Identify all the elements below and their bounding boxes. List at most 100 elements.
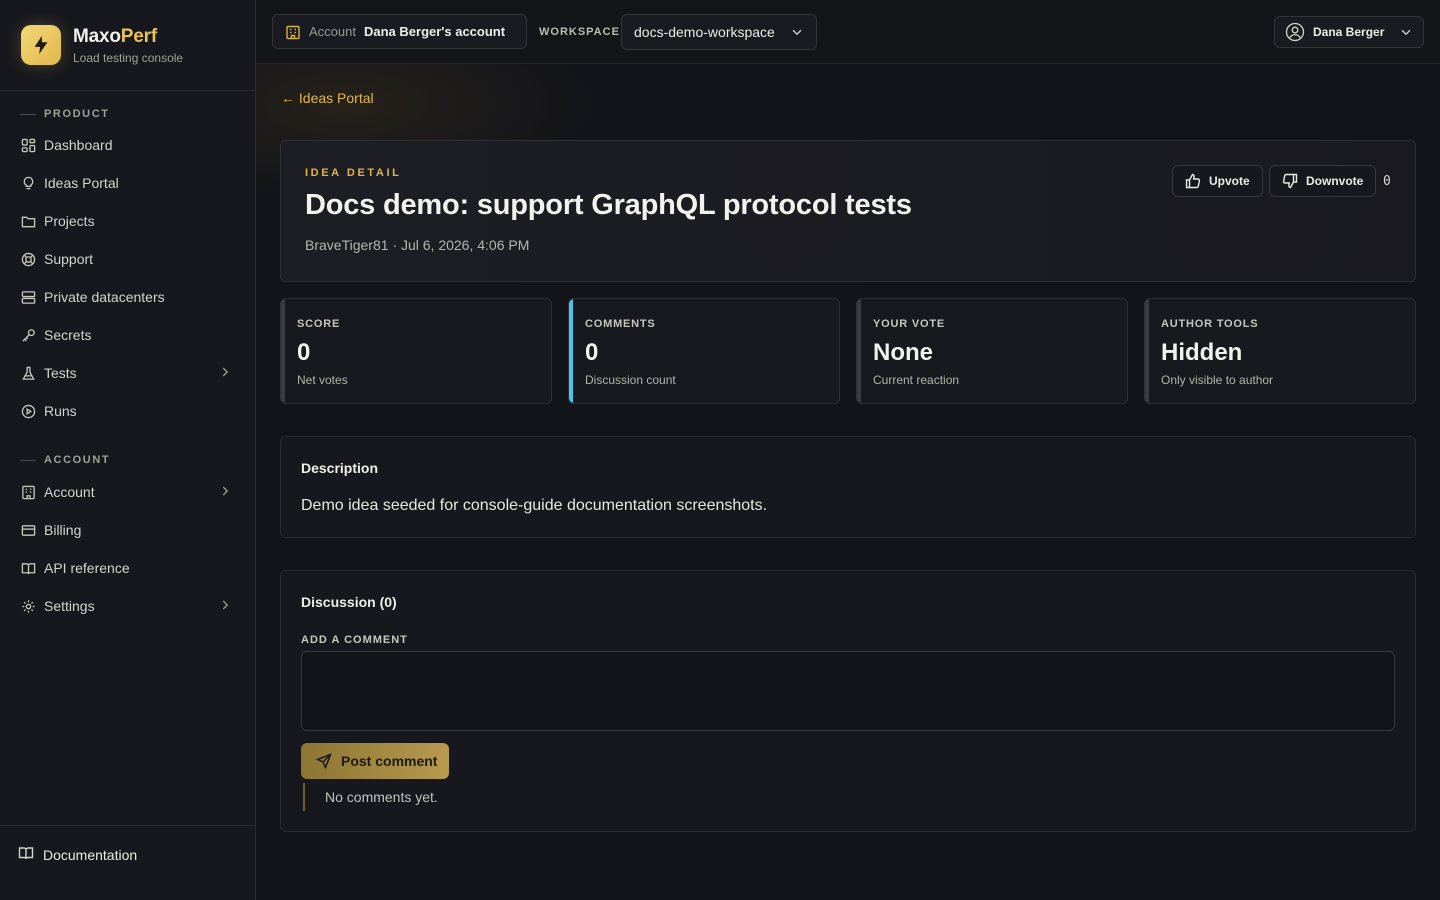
folder-icon xyxy=(20,213,36,229)
book-icon xyxy=(20,560,36,576)
sidebar-item-label: Billing xyxy=(44,522,82,538)
sidebar-item-label: Secrets xyxy=(44,327,92,343)
brand-name: MaxoPerf xyxy=(73,25,157,47)
stat-label: YOUR VOTE xyxy=(873,318,945,330)
workspace-select[interactable]: docs-demo-workspace xyxy=(621,14,817,50)
post-comment-button[interactable]: Post comment xyxy=(301,743,449,779)
chevron-down-icon xyxy=(1399,25,1413,42)
idea-eyebrow: IDEA DETAIL xyxy=(305,167,402,179)
documentation-label: Documentation xyxy=(43,846,138,863)
send-icon xyxy=(316,753,332,769)
account-switcher[interactable]: Account Dana Berger's account xyxy=(272,14,527,49)
downvote-button[interactable]: Downvote xyxy=(1269,165,1377,197)
stat-accent-bar xyxy=(281,299,285,403)
description-text: Demo idea seeded for console-guide docum… xyxy=(301,497,768,514)
account-name: Dana Berger's account xyxy=(363,24,506,39)
play-circle-icon xyxy=(20,403,36,419)
main-content: ← Ideas Portal IDEA DETAIL Docs demo: su… xyxy=(256,64,1440,900)
brand[interactable]: MaxoPerf Load testing console xyxy=(21,25,183,65)
sidebar-item-runs[interactable]: Runs xyxy=(20,396,236,426)
idea-title: Docs demo: support GraphQL protocol test… xyxy=(305,189,912,221)
building-icon xyxy=(285,24,301,40)
brand-subtitle: Load testing console xyxy=(73,50,184,65)
account-label: Account xyxy=(309,24,356,39)
sidebar-item-label: Account xyxy=(44,484,95,500)
stat-value: 0 xyxy=(297,339,311,366)
comment-textarea[interactable] xyxy=(301,651,1395,731)
empty-comments-note: No comments yet. xyxy=(303,783,438,811)
back-to-ideas-link[interactable]: ← Ideas Portal xyxy=(281,90,374,106)
topbar: Account Dana Berger's account WORKSPACE … xyxy=(256,0,1440,64)
nav-section-product: PRODUCT xyxy=(20,108,110,120)
documentation-link[interactable]: Documentation xyxy=(18,845,137,864)
stat-value: 0 xyxy=(585,339,599,366)
nav-section-account: ACCOUNT xyxy=(20,454,110,466)
sidebar-item-label: Settings xyxy=(44,598,95,614)
stat-sub: Current reaction xyxy=(873,373,960,387)
discussion-panel: Discussion (0) ADD A COMMENT Post commen… xyxy=(280,570,1416,832)
stat-card-comments: COMMENTS 0 Discussion count xyxy=(568,298,840,404)
flask-icon xyxy=(20,365,36,381)
stat-value: None xyxy=(873,339,933,366)
sidebar-item-api-reference[interactable]: API reference xyxy=(20,553,236,583)
stat-label: SCORE xyxy=(297,318,341,330)
divider xyxy=(0,825,255,826)
upvote-label: Upvote xyxy=(1209,174,1250,188)
sidebar-item-secrets[interactable]: Secrets xyxy=(20,320,236,350)
post-comment-label: Post comment xyxy=(341,753,438,769)
description-title: Description xyxy=(301,460,379,476)
sidebar-item-label: Support xyxy=(44,251,94,267)
stat-sub: Net votes xyxy=(297,373,348,387)
chevron-right-icon xyxy=(218,598,232,615)
chevron-right-icon xyxy=(218,484,232,501)
server-icon xyxy=(20,289,36,305)
sidebar-item-ideas-portal[interactable]: Ideas Portal xyxy=(20,168,236,198)
sidebar-item-label: Ideas Portal xyxy=(44,175,119,191)
vote-count: 0 xyxy=(1383,174,1391,189)
key-icon xyxy=(20,327,36,343)
sidebar-item-support[interactable]: Support xyxy=(20,244,236,274)
downvote-label: Downvote xyxy=(1306,174,1364,188)
workspace-value: docs-demo-workspace xyxy=(634,24,775,40)
workspace-label: WORKSPACE xyxy=(539,26,620,38)
chevron-down-icon xyxy=(790,25,804,42)
book-icon xyxy=(18,845,34,864)
add-comment-label: ADD A COMMENT xyxy=(301,634,408,646)
gear-icon xyxy=(20,598,36,614)
stat-card-your-vote: YOUR VOTE None Current reaction xyxy=(856,298,1128,404)
thumbs-up-icon xyxy=(1185,173,1201,189)
sidebar-item-label: Runs xyxy=(44,403,77,419)
sidebar-item-label: Dashboard xyxy=(44,137,113,153)
user-name: Dana Berger xyxy=(1313,25,1385,39)
upvote-button[interactable]: Upvote xyxy=(1172,165,1263,197)
lightbulb-icon xyxy=(20,175,36,191)
sidebar-item-settings[interactable]: Settings xyxy=(20,591,236,621)
chevron-right-icon xyxy=(218,365,232,382)
sidebar-item-label: Tests xyxy=(44,365,77,381)
stat-sub: Discussion count xyxy=(585,373,676,387)
stat-sub: Only visible to author xyxy=(1161,373,1274,387)
sidebar-item-billing[interactable]: Billing xyxy=(20,515,236,545)
sidebar-item-label: API reference xyxy=(44,560,130,576)
divider xyxy=(0,90,255,91)
stat-value: Hidden xyxy=(1161,339,1243,366)
description-panel: Description Demo idea seeded for console… xyxy=(280,436,1416,538)
stat-label: COMMENTS xyxy=(585,318,656,330)
idea-meta: BraveTiger81 · Jul 6, 2026, 4:06 PM xyxy=(305,237,530,253)
lifebuoy-icon xyxy=(20,251,36,267)
idea-header-card: IDEA DETAIL Docs demo: support GraphQL p… xyxy=(280,140,1416,282)
sidebar-item-private-datacenters[interactable]: Private datacenters xyxy=(20,282,236,312)
thumbs-down-icon xyxy=(1282,173,1298,189)
sidebar-item-account[interactable]: Account xyxy=(20,477,236,507)
sidebar-item-tests[interactable]: Tests xyxy=(20,358,236,388)
credit-card-icon xyxy=(20,522,36,538)
user-avatar-icon xyxy=(1285,22,1305,42)
stat-accent-bar xyxy=(569,299,573,403)
sidebar-item-label: Private datacenters xyxy=(44,289,165,305)
sidebar-item-label: Projects xyxy=(44,213,95,229)
stat-accent-bar xyxy=(857,299,861,403)
sidebar-item-dashboard[interactable]: Dashboard xyxy=(20,130,236,160)
stat-card-score: SCORE 0 Net votes xyxy=(280,298,552,404)
sidebar-item-projects[interactable]: Projects xyxy=(20,206,236,236)
user-menu[interactable]: Dana Berger xyxy=(1274,16,1424,48)
